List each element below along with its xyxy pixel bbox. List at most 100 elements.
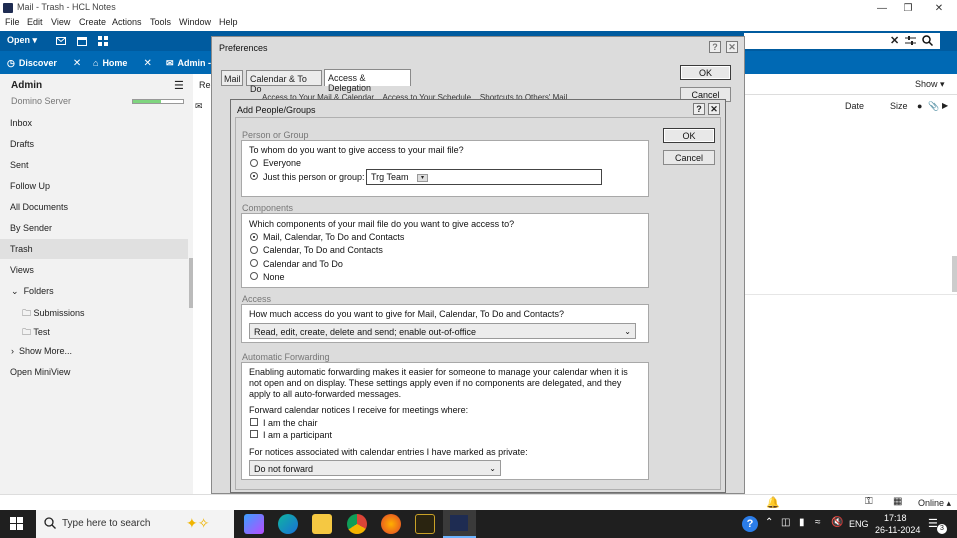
envelope-icon: ✉	[195, 101, 203, 111]
open-button[interactable]: Open ▾	[7, 35, 37, 46]
checkbox-i-am-participant[interactable]	[250, 430, 258, 438]
tab-access-delegation[interactable]: Access & Delegation	[324, 69, 411, 93]
file-explorer-icon[interactable]	[312, 514, 332, 534]
notes-designer-icon[interactable]	[415, 514, 435, 534]
restore-icon[interactable]: ❐	[893, 0, 923, 16]
search-input[interactable]: ✕	[744, 33, 940, 49]
key-icon[interactable]: ⚿	[865, 496, 873, 507]
sidebar-item-submissions[interactable]: 🗀 Submissions	[22, 306, 85, 322]
close-icon[interactable]: ✕	[726, 41, 738, 53]
chevron-up-icon[interactable]: ⌃	[765, 517, 773, 528]
label-calendar-todo: Calendar and To Do	[263, 259, 343, 269]
sidebar-item-test[interactable]: 🗀 Test	[22, 325, 50, 341]
windows-taskbar: Type here to search ✦✧ ? ⌃ ◫ ▮ ≈ 🔇 ENG 1…	[0, 510, 957, 538]
close-tab-icon[interactable]: ✕	[73, 58, 81, 69]
firefox-icon[interactable]	[381, 514, 401, 534]
title-bar: Mail - Trash - HCL Notes — ❐ ✕	[0, 0, 957, 16]
label-i-am-participant: I am a participant	[263, 430, 333, 440]
checkbox-i-am-chair[interactable]	[250, 418, 258, 426]
tab-home[interactable]: ⌂ Home ✕	[86, 53, 158, 73]
view-scrollbar[interactable]	[952, 256, 957, 292]
radio-just-this-person[interactable]	[250, 172, 258, 180]
chrome-icon[interactable]	[347, 514, 367, 534]
tab-discover[interactable]: ◷ Discover ✕	[0, 53, 85, 73]
input-language[interactable]: ENG	[849, 519, 869, 529]
sidebar-item-views[interactable]: Views	[10, 265, 34, 275]
show-dropdown[interactable]: Show ▾	[915, 79, 945, 90]
clear-search-icon[interactable]: ✕	[890, 34, 899, 47]
hcl-notes-app-icon	[3, 3, 13, 13]
menu-create[interactable]: Create	[79, 17, 106, 27]
menu-view[interactable]: View	[51, 17, 70, 27]
mail-icon[interactable]	[56, 36, 66, 46]
help-icon[interactable]: ?	[742, 516, 758, 532]
help-icon[interactable]: ?	[709, 41, 721, 53]
sidebar-item-follow-up[interactable]: Follow Up	[10, 181, 50, 191]
label-mail-calendar-todo-contacts: Mail, Calendar, To Do and Contacts	[263, 232, 405, 242]
close-icon[interactable]: ✕	[924, 0, 954, 16]
menu-actions[interactable]: Actions	[112, 17, 142, 27]
hamburger-menu-icon[interactable]: ☰	[174, 79, 184, 92]
search-options-icon[interactable]	[905, 35, 916, 46]
menu-window[interactable]: Window	[179, 17, 211, 27]
unread-dot-icon: ●	[917, 101, 923, 111]
radio-calendar-todo-contacts[interactable]	[250, 246, 258, 254]
clock-time[interactable]: 17:18	[884, 513, 907, 523]
close-tab-icon[interactable]: ✕	[143, 58, 151, 69]
hcl-notes-taskbar-button[interactable]	[443, 510, 476, 538]
calendar-icon[interactable]	[77, 36, 87, 46]
tab-admin-mail[interactable]: ✉ Admin -	[159, 53, 219, 73]
taskbar-search-box[interactable]: Type here to search ✦✧	[36, 510, 234, 538]
sort-triangle-icon[interactable]: ▶	[942, 101, 948, 110]
replication-icon[interactable]: ▦	[893, 496, 902, 507]
sidebar-item-folders[interactable]: ⌄ Folders	[11, 286, 54, 297]
radio-mail-calendar-todo-contacts[interactable]	[250, 233, 258, 241]
private-forward-select[interactable]: Do not forward ⌄	[249, 460, 501, 476]
menu-edit[interactable]: Edit	[27, 17, 43, 27]
wifi-icon[interactable]: ≈	[815, 517, 821, 528]
radio-none[interactable]	[250, 272, 258, 280]
cancel-button[interactable]: Cancel	[663, 150, 715, 165]
menu-file[interactable]: File	[5, 17, 20, 27]
online-status[interactable]: Online ▴	[918, 498, 951, 509]
close-icon[interactable]: ✕	[708, 103, 720, 115]
device-icon[interactable]: ◫	[781, 517, 790, 528]
bell-icon[interactable]: 🔔	[766, 496, 780, 509]
column-header-date[interactable]: Date	[845, 101, 864, 111]
sidebar-scrollbar[interactable]	[189, 258, 193, 308]
sidebar: Admin ☰ Domino Server Inbox Drafts Sent …	[0, 74, 193, 494]
menu-help[interactable]: Help	[219, 17, 238, 27]
apps-grid-icon[interactable]	[98, 36, 108, 46]
radio-calendar-todo[interactable]	[250, 259, 258, 267]
sidebar-open-miniview[interactable]: Open MiniView	[10, 367, 70, 377]
sidebar-show-more[interactable]: › Show More...	[11, 346, 72, 356]
windows-start-icon[interactable]	[10, 517, 23, 530]
sidebar-item-drafts[interactable]: Drafts	[10, 139, 34, 149]
address-lookup-icon[interactable]: ▾	[417, 174, 428, 182]
add-people-title: Add People/Groups	[237, 105, 316, 115]
search-icon[interactable]	[922, 35, 933, 46]
volume-mute-icon[interactable]: 🔇	[831, 517, 843, 528]
help-icon[interactable]: ?	[693, 103, 705, 115]
clock-date[interactable]: 26-11-2024	[875, 525, 920, 535]
sidebar-item-by-sender[interactable]: By Sender	[10, 223, 52, 233]
preferences-ok-button[interactable]: OK	[680, 65, 731, 80]
copilot-icon[interactable]	[244, 514, 264, 534]
sidebar-item-trash[interactable]: Trash	[10, 244, 33, 254]
section-person-or-group: Person or Group	[242, 130, 309, 140]
tab-mail[interactable]: Mail	[221, 70, 243, 86]
sidebar-item-all-documents[interactable]: All Documents	[10, 202, 68, 212]
radio-everyone[interactable]	[250, 159, 258, 167]
sidebar-item-inbox[interactable]: Inbox	[10, 118, 32, 128]
menu-tools[interactable]: Tools	[150, 17, 171, 27]
edge-browser-icon[interactable]	[278, 514, 298, 534]
label-calendar-todo-contacts: Calendar, To Do and Contacts	[263, 245, 383, 255]
tab-calendar-todo[interactable]: Calendar & To Do	[246, 70, 322, 94]
battery-icon[interactable]: ▮	[799, 517, 805, 528]
taskbar-search-placeholder: Type here to search	[62, 518, 151, 529]
sidebar-item-sent[interactable]: Sent	[10, 160, 29, 170]
person-or-group-field[interactable]: Trg Team ▾	[366, 169, 602, 185]
access-level-select[interactable]: Read, edit, create, delete and send; ena…	[249, 323, 636, 339]
column-header-size[interactable]: Size	[890, 101, 908, 111]
ok-button[interactable]: OK	[663, 128, 715, 143]
